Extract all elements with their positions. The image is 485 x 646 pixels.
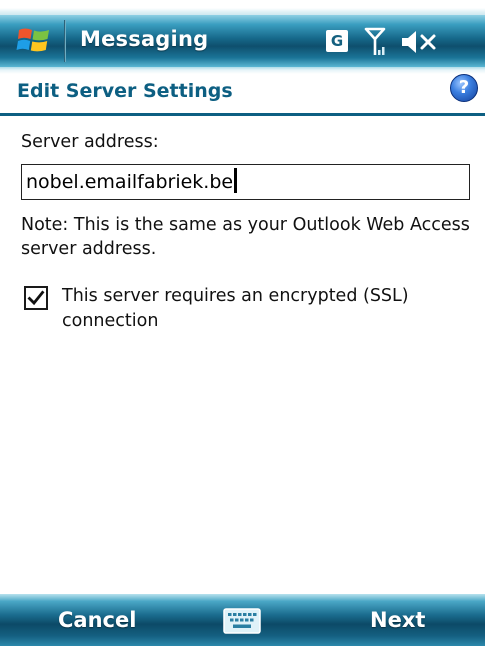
speaker-muted-icon[interactable]: [400, 29, 438, 55]
page-title: Edit Server Settings: [17, 80, 233, 102]
server-note: Note: This is the same as your Outlook W…: [21, 215, 470, 259]
checkmark-icon: [27, 290, 45, 306]
signal-icon[interactable]: [364, 26, 386, 58]
title-divider: [64, 20, 66, 62]
text-caret: [234, 168, 238, 193]
ssl-checkbox-label[interactable]: This server requires an encrypted (SSL) …: [62, 284, 472, 334]
app-title[interactable]: Messaging: [80, 27, 208, 51]
server-address-label: Server address:: [21, 132, 159, 152]
ssl-checkbox[interactable]: [24, 286, 48, 310]
windows-start-icon[interactable]: [16, 22, 52, 58]
server-address-input[interactable]: nobel.emailfabriek.be: [21, 164, 470, 200]
cancel-softkey[interactable]: Cancel: [58, 594, 136, 646]
network-g-icon[interactable]: G: [326, 30, 348, 52]
screen: Messaging G Edit Server Settings ? Serve…: [0, 0, 485, 646]
next-softkey[interactable]: Next: [370, 594, 425, 646]
keyboard-icon[interactable]: [223, 608, 261, 634]
header-divider: [0, 113, 485, 116]
server-address-value: nobel.emailfabriek.be: [26, 171, 234, 193]
help-icon[interactable]: ?: [450, 74, 478, 102]
